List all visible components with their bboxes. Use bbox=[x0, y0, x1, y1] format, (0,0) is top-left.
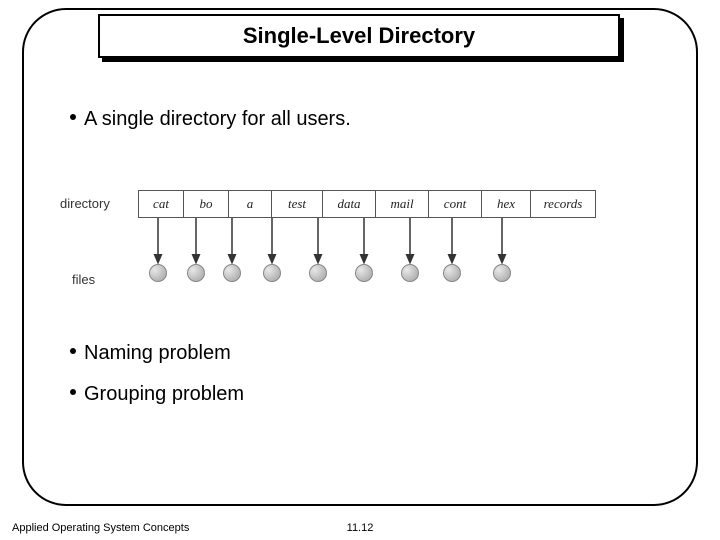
page-title: Single-Level Directory bbox=[243, 23, 475, 49]
bullet-grouping-text: Grouping problem bbox=[84, 383, 244, 406]
file-node bbox=[401, 264, 419, 282]
footer-left: Applied Operating System Concepts bbox=[12, 522, 189, 534]
file-node bbox=[443, 264, 461, 282]
file-node bbox=[493, 264, 511, 282]
bullet-icon bbox=[70, 348, 76, 354]
bullet-naming: Naming problem bbox=[70, 342, 244, 365]
file-node bbox=[263, 264, 281, 282]
bullet-main-text: A single directory for all users. bbox=[84, 108, 351, 131]
file-node bbox=[187, 264, 205, 282]
content-area: A single directory for all users. bbox=[70, 108, 660, 141]
title-box: Single-Level Directory bbox=[98, 14, 620, 58]
directory-diagram: directory files cat bo a test data mail … bbox=[60, 190, 660, 305]
bullet-icon bbox=[70, 389, 76, 395]
file-node bbox=[149, 264, 167, 282]
bullet-naming-text: Naming problem bbox=[84, 342, 231, 365]
bullet-grouping: Grouping problem bbox=[70, 383, 244, 406]
bullet-main: A single directory for all users. bbox=[70, 108, 660, 131]
file-node bbox=[223, 264, 241, 282]
file-node bbox=[355, 264, 373, 282]
arrows-svg bbox=[60, 190, 660, 305]
file-node bbox=[309, 264, 327, 282]
footer-page-number: 11.12 bbox=[347, 522, 374, 534]
lower-bullets: Naming problem Grouping problem bbox=[70, 342, 244, 416]
bullet-icon bbox=[70, 114, 76, 120]
